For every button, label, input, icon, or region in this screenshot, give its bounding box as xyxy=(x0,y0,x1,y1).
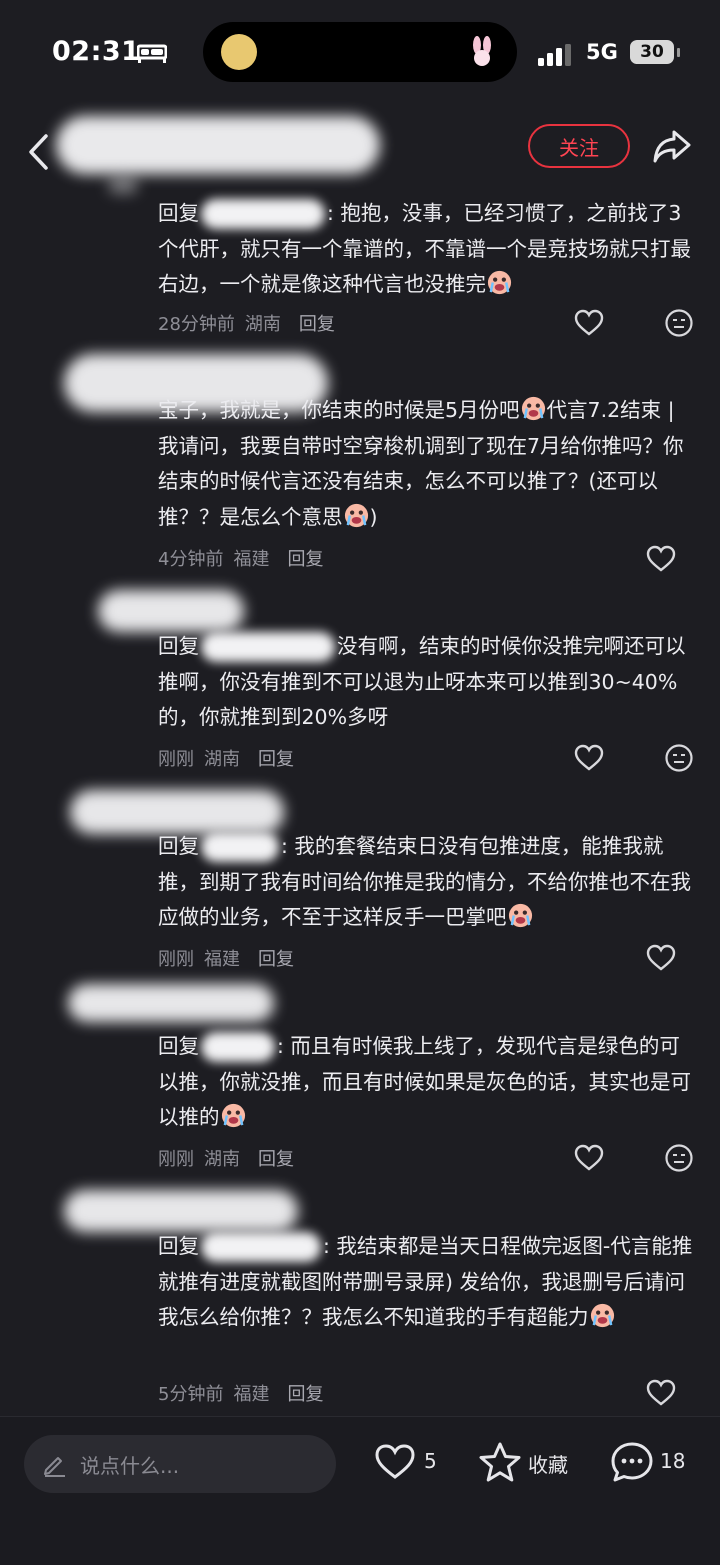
mention-blurred[interactable] xyxy=(201,1032,275,1062)
bottom-action-bar: 说点什么... 5 收藏 18 xyxy=(0,1416,720,1565)
crying-emoji-icon xyxy=(508,903,532,928)
dislike-face-icon[interactable] xyxy=(664,743,694,773)
comment-text: 回复: 而且有时候我上线了，发现代言是绿色的可以推，你就没推，而且有时候如果是灰… xyxy=(158,1029,698,1136)
comment-body-end: ) xyxy=(369,504,378,529)
like-icon[interactable] xyxy=(574,1144,604,1172)
comment-location: 湖南 xyxy=(204,749,240,770)
reply-button[interactable]: 回复 xyxy=(287,549,323,570)
follow-button[interactable]: 关注 xyxy=(528,124,630,168)
crying-emoji-icon xyxy=(521,396,545,421)
reply-button[interactable]: 回复 xyxy=(258,949,294,970)
comment-location: 福建 xyxy=(233,1384,270,1405)
share-icon[interactable] xyxy=(652,128,692,164)
like-count: 5 xyxy=(424,1449,437,1473)
comment-meta: 刚刚 湖南 回复 xyxy=(158,745,304,771)
mention-blurred[interactable] xyxy=(201,832,279,862)
pencil-icon xyxy=(44,1457,65,1477)
crying-emoji-icon xyxy=(221,1103,245,1128)
comment-time: 刚刚 xyxy=(158,949,194,970)
like-icon[interactable] xyxy=(646,1379,676,1407)
like-icon[interactable] xyxy=(574,744,604,772)
comment-text: 回复 没有啊，结束的时候你没推完啊还可以推啊，你没有推到不可以退为止呀本来可以推到… xyxy=(158,629,698,736)
input-placeholder: 说点什么... xyxy=(80,1454,180,1478)
dislike-face-icon[interactable] xyxy=(664,1143,694,1173)
reply-prefix: 回复 xyxy=(158,201,199,225)
mention-blurred[interactable] xyxy=(201,199,325,229)
comment-meta: 刚刚 福建 回复 xyxy=(158,945,304,971)
comment-location: 福建 xyxy=(204,949,240,970)
comment-time: 刚刚 xyxy=(158,1149,194,1170)
avatar xyxy=(98,590,244,632)
avatar xyxy=(64,1190,298,1232)
comment-location: 湖南 xyxy=(244,314,281,335)
comment-text: 宝子，我就是，你结束的时候是5月份吧 代言7.2结束 | 我请问，我要自带时空穿梭… xyxy=(158,393,698,535)
comment-text: 回复: 我结束都是当天日程做完返图-代言能推就推有进度就截图附带删号录屏) 发给… xyxy=(158,1229,698,1336)
avatar xyxy=(70,790,284,834)
mention-blurred[interactable] xyxy=(201,1232,321,1262)
reply-button[interactable]: 回复 xyxy=(287,1384,323,1405)
like-icon[interactable] xyxy=(574,309,604,337)
dislike-face-icon[interactable] xyxy=(664,308,694,338)
dynamic-island xyxy=(203,22,517,82)
comment-time: 28分钟前 xyxy=(158,314,235,335)
author-info-blurred[interactable] xyxy=(56,116,380,174)
comment-text: 回复: 抱抱，没事，已经习惯了，之前找了3个代肝，就只有一个靠谱的，不靠谱一个是… xyxy=(158,196,698,303)
comment-body: 宝子，我就是，你结束的时候是5月份吧 xyxy=(158,398,520,422)
comment-time: 刚刚 xyxy=(158,749,194,770)
collect-label[interactable]: 收藏 xyxy=(528,1449,568,1478)
comment-time: 4分钟前 xyxy=(158,549,224,570)
network-type: 5G xyxy=(586,40,618,64)
post-header: 关注 xyxy=(0,110,720,190)
comment-location: 福建 xyxy=(233,549,270,570)
mention-blurred[interactable] xyxy=(201,632,335,662)
comment-input[interactable]: 说点什么... xyxy=(24,1435,336,1493)
comment-meta: 刚刚 湖南 回复 xyxy=(158,1145,304,1171)
battery-tip xyxy=(677,48,680,57)
back-icon[interactable] xyxy=(26,132,52,172)
like-icon[interactable] xyxy=(646,545,676,573)
cellular-signal-icon xyxy=(538,44,571,66)
comment-bubble-icon[interactable] xyxy=(610,1441,654,1483)
comment-meta: 5分钟前 福建 回复 xyxy=(158,1380,333,1406)
crying-emoji-icon xyxy=(344,503,368,527)
comment-meta: 4分钟前 福建 回复 xyxy=(158,545,333,571)
status-time: 02:31 xyxy=(52,36,141,67)
reply-prefix: 回复 xyxy=(158,1234,199,1258)
bunny-icon xyxy=(473,36,491,66)
crying-emoji-icon xyxy=(487,270,512,295)
comment-text: 回复: 我的套餐结束日没有包推进度，能推我就推，到期了我有时间给你推是我的情分，… xyxy=(158,829,698,936)
comment-time: 5分钟前 xyxy=(158,1384,224,1405)
like-icon[interactable] xyxy=(646,944,676,972)
comment-count: 18 xyxy=(660,1449,686,1473)
like-icon[interactable] xyxy=(374,1443,416,1481)
avatar xyxy=(108,176,138,194)
status-bar: 02:31 5G 30 xyxy=(0,0,720,100)
comment-meta: 28分钟前 湖南 回复 xyxy=(158,310,345,336)
reply-prefix: 回复 xyxy=(158,834,199,858)
battery-indicator: 30 xyxy=(630,40,674,64)
app-activity-icon xyxy=(221,34,257,70)
crying-emoji-icon xyxy=(590,1303,614,1328)
sleep-mode-icon xyxy=(137,44,167,63)
star-icon[interactable] xyxy=(478,1441,522,1483)
reply-prefix: 回复 xyxy=(158,634,199,658)
reply-button[interactable]: 回复 xyxy=(258,749,294,770)
reply-prefix: 回复 xyxy=(158,1034,199,1058)
comment-location: 湖南 xyxy=(204,1149,240,1170)
reply-button[interactable]: 回复 xyxy=(258,1149,294,1170)
reply-button[interactable]: 回复 xyxy=(299,314,335,335)
avatar xyxy=(68,984,274,1022)
